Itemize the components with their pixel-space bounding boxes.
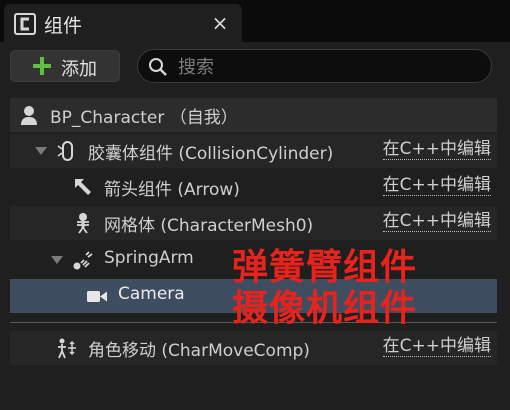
add-button-label: 添加 [61,59,97,80]
actor-icon [21,106,37,125]
tree-item-movement[interactable]: 角色移动 (CharMoveComp) 在C++中编辑 [10,331,497,365]
tree-item-label: 网格体 (CharacterMesh0) [104,216,314,236]
edit-in-cpp-link[interactable]: 在C++中编辑 [382,175,491,196]
search-box[interactable] [137,49,492,83]
movement-icon [58,338,76,359]
tab-bar: 组件 × [0,0,510,42]
edit-in-cpp-link[interactable]: 在C++中编辑 [382,336,491,357]
spring-arm-icon [73,251,93,270]
add-component-button[interactable]: 添加 [10,50,120,82]
plus-icon [33,57,51,75]
annotation-camera: 摄像机组件 [232,288,418,329]
capsule-icon [57,141,73,161]
chevron-down-icon[interactable] [34,144,48,158]
tree-item-label: SpringArm [104,248,194,268]
close-icon[interactable]: × [210,13,230,33]
tree-item-root[interactable]: BP_Character （自我） [10,98,497,132]
tab-title: 组件 [44,15,83,37]
chevron-down-icon[interactable] [50,253,64,267]
tree-item-capsule[interactable]: 胶囊体组件 (CollisionCylinder) 在C++中编辑 [10,134,497,168]
tree-item-label: 胶囊体组件 (CollisionCylinder) [88,144,334,164]
tree-item-mesh[interactable]: 网格体 (CharacterMesh0) 在C++中编辑 [10,206,497,240]
tree-item-label: 箭头组件 (Arrow) [104,180,240,200]
tree-item-arrow[interactable]: 箭头组件 (Arrow) 在C++中编辑 [10,170,497,204]
tree-item-label: BP_Character （自我） [50,108,238,128]
tree-item-label: 角色移动 (CharMoveComp) [88,341,310,361]
edit-in-cpp-link[interactable]: 在C++中编辑 [382,139,491,160]
search-input[interactable] [176,53,480,81]
skeleton-icon [77,213,89,234]
components-panel: 添加 BP_Character （自我） 胶囊体组件 (CollisionCyl… [0,42,510,410]
component-panel-icon [14,13,36,35]
arrow-icon [75,179,91,195]
tab-components[interactable]: 组件 × [4,4,242,42]
edit-in-cpp-link[interactable]: 在C++中编辑 [382,211,491,232]
tree-item-label: Camera [118,284,185,304]
search-icon [149,58,167,76]
camera-icon [87,291,107,302]
